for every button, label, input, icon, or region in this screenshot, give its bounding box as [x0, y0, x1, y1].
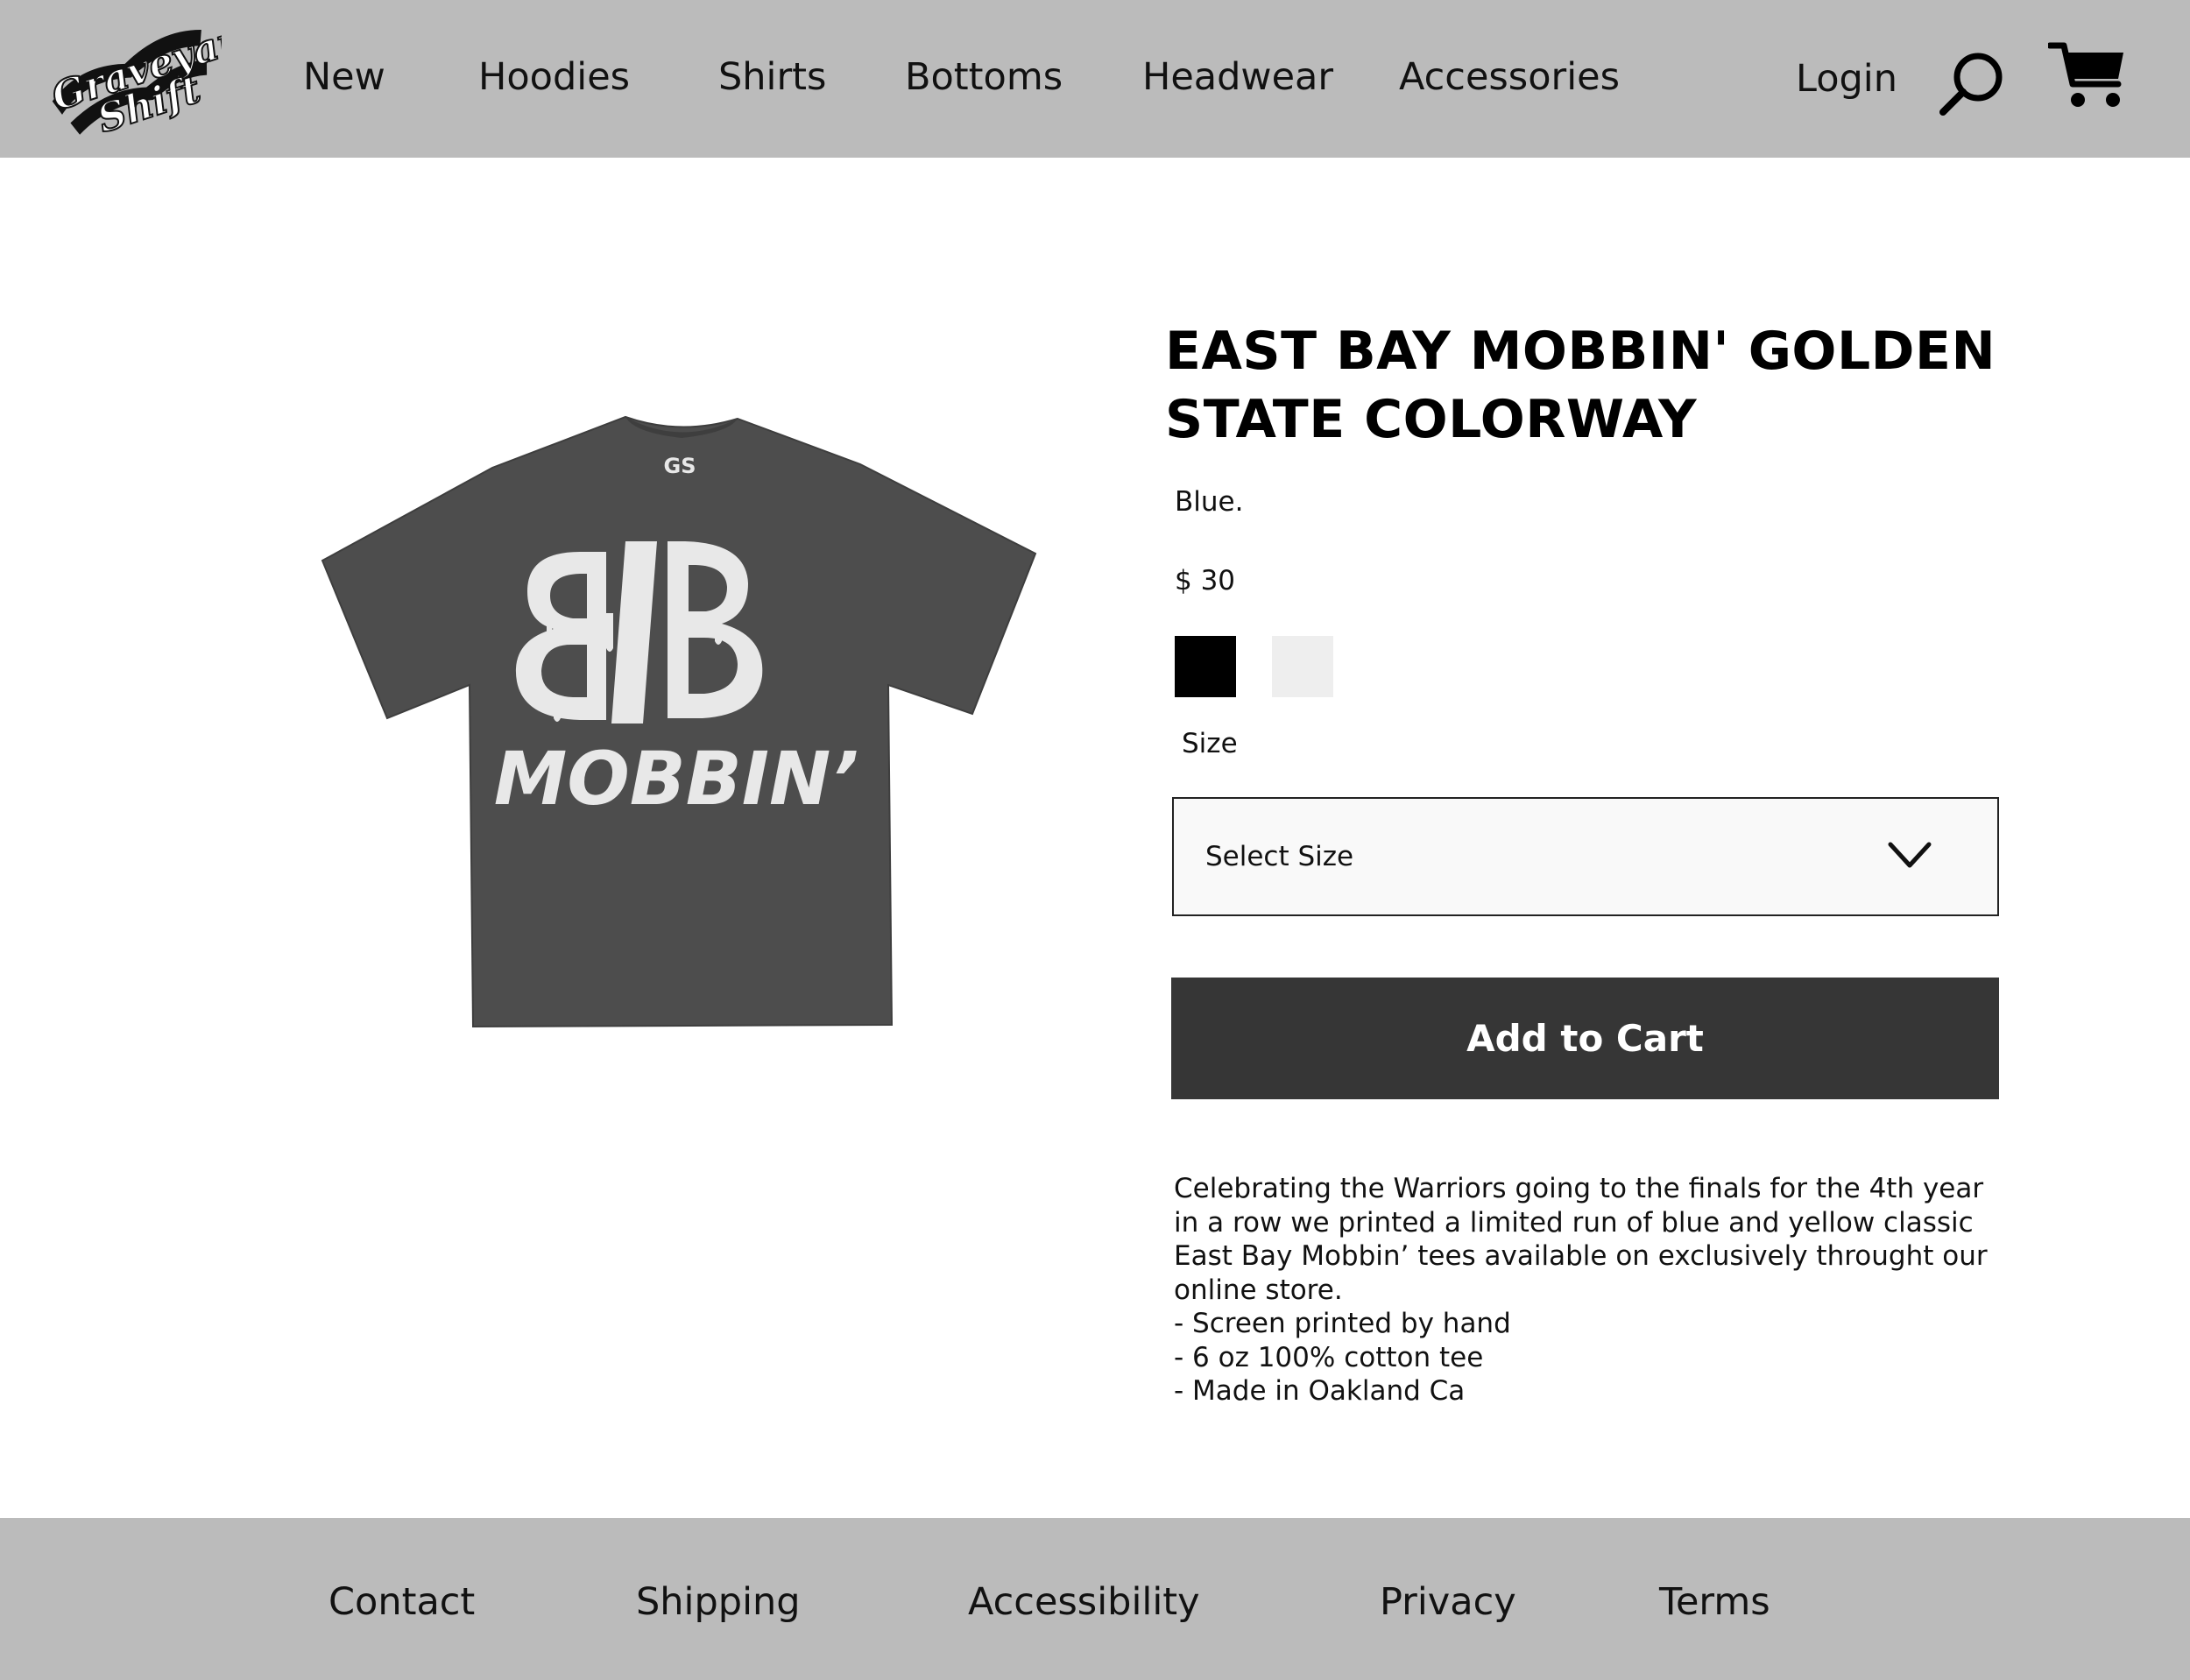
product-title: EAST BAY MOBBIN' GOLDEN STATE COLORWAY	[1165, 321, 1996, 450]
brand-logo[interactable]: Graveyard Shift	[33, 16, 222, 143]
tag-text: GS	[664, 454, 696, 478]
nav-shirts[interactable]: Shirts	[718, 54, 826, 100]
description-line: - Screen printed by hand	[1174, 1308, 1511, 1339]
product-image: GS MOBBIN’	[321, 415, 1037, 1028]
tshirt-shape	[321, 415, 1037, 1028]
search-icon[interactable]	[1938, 49, 2006, 117]
nav-new[interactable]: New	[303, 54, 385, 100]
swatch-white[interactable]	[1272, 636, 1333, 697]
chevron-down-icon	[1888, 842, 1932, 868]
footer-link-shipping[interactable]: Shipping	[636, 1579, 801, 1625]
footer-link-privacy[interactable]: Privacy	[1380, 1579, 1516, 1625]
description-line: online store.	[1174, 1274, 1343, 1306]
footer-link-contact[interactable]: Contact	[328, 1579, 475, 1625]
product-price: $ 30	[1175, 565, 1236, 596]
login-link[interactable]: Login	[1796, 56, 1897, 102]
add-to-cart-button[interactable]: Add to Cart	[1171, 978, 1999, 1099]
product-color-text: Blue.	[1175, 486, 1244, 518]
description-line: Celebrating the Warriors going to the fi…	[1174, 1173, 1984, 1204]
size-label: Size	[1182, 728, 1238, 759]
nav-hoodies[interactable]: Hoodies	[478, 54, 630, 100]
nav-headwear[interactable]: Headwear	[1142, 54, 1333, 100]
site-footer: Contact Shipping Accessibility Privacy T…	[0, 1518, 2190, 1680]
nav-accessories[interactable]: Accessories	[1399, 54, 1620, 100]
description-line: - Made in Oakland Ca	[1174, 1375, 1466, 1407]
description-line: - 6 oz 100% cotton tee	[1174, 1341, 1484, 1373]
footer-link-terms[interactable]: Terms	[1659, 1579, 1770, 1625]
size-select-value: Select Size	[1205, 841, 1354, 872]
cart-icon[interactable]	[2048, 39, 2127, 110]
description-line: East Bay Mobbin’ tees available on exclu…	[1174, 1240, 1988, 1272]
footer-link-accessibility[interactable]: Accessibility	[968, 1579, 1200, 1625]
swatch-black[interactable]	[1175, 636, 1236, 697]
nav-bottoms[interactable]: Bottoms	[905, 54, 1063, 100]
product-description: Celebrating the Warriors going to the fi…	[1174, 1172, 1997, 1408]
site-header: Graveyard Shift New Hoodies Shirts Botto…	[0, 0, 2190, 158]
size-select[interactable]: Select Size	[1172, 797, 1999, 916]
description-line: in a row we printed a limited run of blu…	[1174, 1206, 1974, 1239]
graphic-text: MOBBIN’	[494, 736, 859, 822]
